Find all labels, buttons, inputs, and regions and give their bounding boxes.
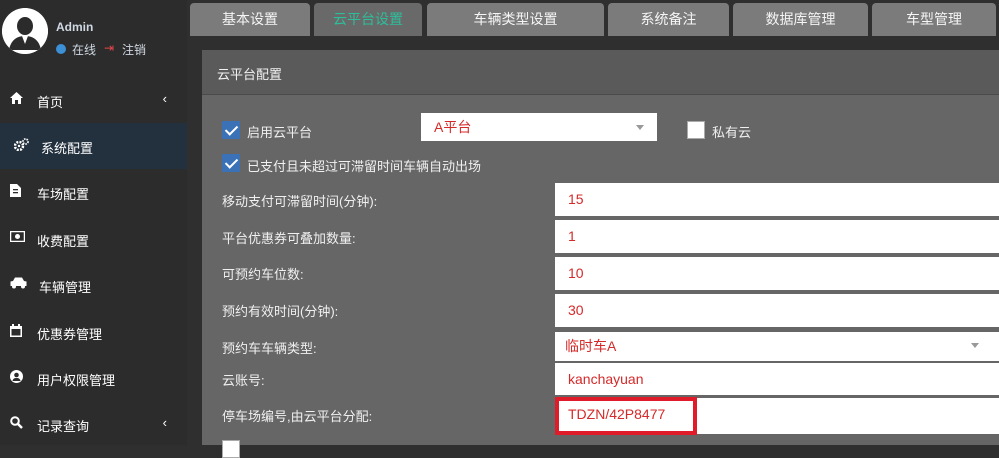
sidebar-item-label: 记录查询 [37,419,90,434]
online-status-icon [56,44,66,54]
field-label-reservation-valid-time: 预约有效时间(分钟): [222,304,339,319]
sidebar-item-label: 收费配置 [37,234,90,249]
tab-basic-settings[interactable]: 基本设置 [190,3,310,36]
enable-cloud-label: 启用云平台 [247,125,313,140]
panel-title: 云平台配置 [217,67,283,82]
user-name: Admin [56,20,94,34]
reservable-spaces-input[interactable]: 10 [555,257,999,290]
logout-link[interactable]: 注销 [122,41,146,58]
panel-header: 云平台配置 [202,50,999,95]
chevron-left-icon: ‹ [162,91,167,106]
cogs-icon [13,138,30,154]
reservation-vehicle-type-value: 临时车A [565,338,617,354]
cloud-account-input[interactable]: kanchayuan [555,363,999,395]
platform-select[interactable]: A平台 [421,113,657,141]
sidebar-item-label: 用户权限管理 [37,373,116,388]
sidebar-item-label: 首页 [37,95,64,110]
reservation-valid-time-input[interactable]: 30 [555,294,999,327]
user-panel: Admin 在线 ⇥ 注销 [0,0,187,70]
search-icon [10,416,26,432]
sidebar-item-system-config[interactable]: 系统配置 [0,123,187,169]
field-label-reservation-vehicle-type: 预约车车辆类型: [222,341,317,356]
tab-system-notes[interactable]: 系统备注 [608,3,729,36]
cloud-config-panel: 云平台配置 启用云平台 A平台 私有云 已支付且未超过可滞留时间车辆自动出场 移… [202,50,999,458]
field-label-parking-lot-number: 停车场编号,由云平台分配: [222,409,373,424]
coupon-stack-count-input[interactable]: 1 [555,220,999,253]
money-icon [9,230,26,247]
user-icon [10,370,26,386]
sidebar-item-parking-config[interactable]: 车场配置 [0,169,187,215]
sidebar-item-vehicle-management[interactable]: 车辆管理 [0,262,187,308]
tab-bar: 基本设置 云平台设置 车辆类型设置 系统备注 数据库管理 车型管理 [187,0,999,36]
sidebar: Admin 在线 ⇥ 注销 首页 ‹ 系统配置 车场配置 收费配置 车辆管理 优… [0,0,187,445]
sidebar-item-user-permissions[interactable]: 用户权限管理 [0,355,187,401]
auto-exit-label: 已支付且未超过可滞留时间车辆自动出场 [247,159,482,174]
sidebar-item-label: 车场配置 [37,187,90,202]
reservation-vehicle-type-select[interactable]: 临时车A [555,332,999,361]
platform-select-value: A平台 [434,119,472,135]
sidebar-item-label: 优惠券管理 [37,327,103,342]
chevron-down-icon [971,343,979,348]
private-cloud-label: 私有云 [712,125,752,140]
field-label-payment-stay-time: 移动支付可滞留时间(分钟): [222,194,378,209]
private-cloud-checkbox[interactable] [687,121,705,139]
tab-database-management[interactable]: 数据库管理 [733,3,868,36]
sidebar-item-label: 系统配置 [41,141,94,156]
field-label-coupon-stack-count: 平台优惠券可叠加数量: [222,231,356,246]
sidebar-item-home[interactable]: 首页 ‹ [0,77,187,123]
tab-vehicle-model-management[interactable]: 车型管理 [872,3,996,36]
car-icon [10,277,27,293]
document-icon [10,184,26,200]
extra-checkbox[interactable] [222,440,240,458]
payment-stay-time-input[interactable]: 15 [555,183,999,216]
auto-exit-checkbox[interactable] [222,154,240,172]
sidebar-item-coupon-management[interactable]: 优惠券管理 [0,309,187,355]
online-status-label: 在线 [72,43,97,57]
enable-cloud-checkbox[interactable] [222,121,240,139]
sidebar-item-label: 车辆管理 [39,280,92,295]
avatar[interactable] [2,8,48,54]
highlight-box [555,397,697,435]
tab-cloud-platform-settings[interactable]: 云平台设置 [314,3,422,36]
chevron-left-icon: ‹ [162,415,167,430]
sidebar-item-record-query[interactable]: 记录查询 ‹ [0,401,187,447]
chevron-down-icon [636,125,644,130]
tab-vehicle-type-settings[interactable]: 车辆类型设置 [427,3,604,36]
field-label-cloud-account: 云账号: [222,373,265,388]
home-icon [10,92,26,108]
sidebar-item-fee-config[interactable]: 收费配置 [0,216,187,262]
field-label-reservable-spaces: 可预约车位数: [222,267,304,282]
logout-icon[interactable]: ⇥ [104,41,114,55]
calendar-icon [10,324,26,340]
